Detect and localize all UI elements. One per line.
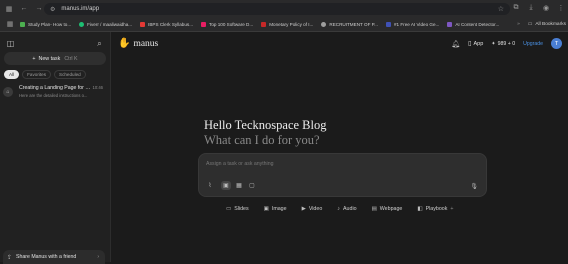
bookmark-item[interactable]: Monetary Policy of I...: [261, 21, 313, 27]
bookmark-favicon-icon: [321, 21, 327, 27]
task-list-item[interactable]: ⌂ Creating a Landing Page for T... Here …: [3, 85, 107, 103]
audio-icon: ♪: [337, 206, 341, 212]
sidebar: ◫ ⌕ + New task Ctrl K All Favorites Sche…: [0, 32, 111, 264]
image-icon: ▣: [263, 206, 269, 212]
bookmark-item[interactable]: AI Content Detector...: [447, 21, 499, 27]
share-icon: ⇪: [7, 254, 13, 261]
playbook-button[interactable]: ◧ Playbook +: [413, 204, 457, 214]
image-button[interactable]: ▣ Image: [260, 204, 291, 214]
bookmark-favicon-icon: [79, 21, 85, 27]
video-icon: ▶: [301, 206, 306, 212]
bookmark-favicon-icon: [447, 21, 453, 27]
task-title: Creating a Landing Page for T...: [19, 85, 91, 91]
folder-icon: ▭: [527, 21, 533, 27]
app-label: App: [473, 40, 484, 47]
slides-icon: ▭: [226, 206, 232, 212]
bookmark-favicon-icon: [385, 21, 391, 27]
app-button[interactable]: ▯ App: [468, 40, 484, 48]
new-task-label: New task: [38, 55, 61, 62]
filter-all[interactable]: All: [4, 70, 20, 79]
bookmark-star-icon[interactable]: ☆: [498, 5, 504, 13]
credits[interactable]: ✦ 989 + 0: [491, 41, 515, 47]
quick-actions: ▭ Slides ▣ Image ▶ Video ♪ Audio ▤ Webpage ◧ P…: [222, 204, 457, 214]
logo-text: manus: [133, 38, 159, 49]
composer-placeholder[interactable]: Assign a task or ask anything: [206, 161, 273, 167]
playbook-icon: ◧: [417, 206, 423, 212]
sparkle-icon: ✦: [491, 40, 496, 47]
bookmark-item[interactable]: Fiverr / maaliwaidha...: [79, 21, 132, 27]
bookmarks-bar: ▦ Study Plan- How to... Fiverr / maaliwa…: [0, 18, 568, 30]
bookmark-item[interactable]: IBPS Clerk Syllabus...: [140, 21, 193, 27]
video-button[interactable]: ▶ Video: [298, 204, 327, 214]
bookmark-favicon-icon: [261, 21, 267, 27]
task-meta: Creating a Landing Page for T... Here ar…: [19, 85, 103, 103]
task-filters: All Favorites Scheduled: [4, 70, 86, 79]
back-icon[interactable]: ←: [18, 3, 30, 15]
all-bookmarks[interactable]: » ▭ All Bookmarks: [517, 18, 566, 30]
bookmark-item[interactable]: Study Plan- How to...: [20, 21, 71, 27]
bookmark-favicon-icon: [20, 21, 25, 27]
url-text[interactable]: manus.im/app: [61, 6, 99, 12]
gallery-icon[interactable]: ▦: [234, 181, 244, 190]
task-composer[interactable]: Assign a task or ask anything ⌇ ▣ ▦ ▢ 🎙︎: [198, 153, 487, 197]
bookmark-item[interactable]: RECRUITMENT OF P...: [321, 21, 378, 27]
sidebar-toggle-icon[interactable]: ◫: [6, 39, 15, 48]
bookmark-item[interactable]: Top 100 Software D...: [201, 21, 253, 27]
task-subtitle: Here are the detailed instructions o...: [19, 93, 88, 98]
site-info-icon[interactable]: ⚙: [50, 6, 55, 13]
bookmark-item[interactable]: #1 Free AI Video Ge...: [385, 21, 439, 27]
credits-value: 989 + 0: [497, 40, 516, 47]
audio-button[interactable]: ♪ Audio: [333, 204, 360, 214]
upgrade-link[interactable]: Upgrade: [523, 41, 543, 47]
webpage-icon: ▤: [371, 206, 377, 212]
filter-scheduled[interactable]: Scheduled: [54, 70, 86, 79]
phone-icon: ▯: [468, 41, 472, 47]
main-panel: ✋ manus 🔔︎ ▯ App ✦ 989 + 0 Upgrade T Hel…: [112, 32, 568, 262]
search-icon[interactable]: ⌕: [95, 39, 104, 48]
new-task-button[interactable]: + New task Ctrl K: [4, 52, 106, 65]
more-bookmarks-chevron[interactable]: »: [517, 22, 520, 27]
address-bar[interactable]: ⚙ manus.im/app ☆: [44, 3, 510, 15]
profile-icon[interactable]: ◉: [541, 3, 551, 13]
filter-favorites[interactable]: Favorites: [22, 70, 52, 79]
avatar[interactable]: T: [551, 38, 562, 49]
download-icon[interactable]: ⤓: [526, 3, 536, 13]
header-actions: 🔔︎ ▯ App ✦ 989 + 0 Upgrade T: [451, 38, 562, 49]
bell-icon[interactable]: 🔔︎: [451, 40, 460, 48]
bookmark-favicon-icon: [201, 21, 207, 27]
all-bookmarks-label: All Bookmarks: [535, 21, 566, 27]
chevron-right-icon: ›: [97, 254, 99, 260]
extensions-icon[interactable]: ⧉: [511, 3, 521, 13]
greeting: Hello Tecknospace Blog: [204, 118, 327, 132]
task-time: 10:46: [92, 85, 103, 90]
logo[interactable]: ✋ manus: [118, 38, 158, 49]
browser-chrome: ▦ ← → ↻ ⚙ manus.im/app ☆ ⧉ ⤓ ◉ ⋮ ▦ Study…: [0, 0, 568, 32]
microphone-icon[interactable]: 🎙︎: [470, 183, 478, 190]
image-tool-icon[interactable]: ▣: [221, 181, 231, 190]
slides-button[interactable]: ▭ Slides: [222, 204, 253, 214]
plus-icon: +: [450, 206, 454, 212]
plus-icon: +: [32, 55, 36, 62]
prompt-heading: What can I do for you?: [204, 133, 320, 147]
task-icon: ⌂: [3, 87, 13, 97]
manus-logo-icon: ✋: [118, 38, 131, 49]
tab-grid-icon[interactable]: ▦: [3, 3, 15, 15]
share-label: Share Manus with a friend: [16, 254, 77, 260]
new-task-shortcut: Ctrl K: [64, 55, 78, 62]
sidebar-top: ◫ ⌕: [0, 32, 111, 54]
apps-icon[interactable]: ▦: [4, 18, 16, 30]
chat-icon[interactable]: ▢: [247, 181, 257, 190]
bookmark-favicon-icon: [140, 21, 146, 27]
toolbar-icons: ⧉ ⤓ ◉ ⋮: [511, 3, 566, 13]
attach-icon[interactable]: ⌇: [205, 181, 215, 190]
menu-icon[interactable]: ⋮: [556, 3, 566, 13]
webpage-button[interactable]: ▤ Webpage: [368, 204, 407, 214]
